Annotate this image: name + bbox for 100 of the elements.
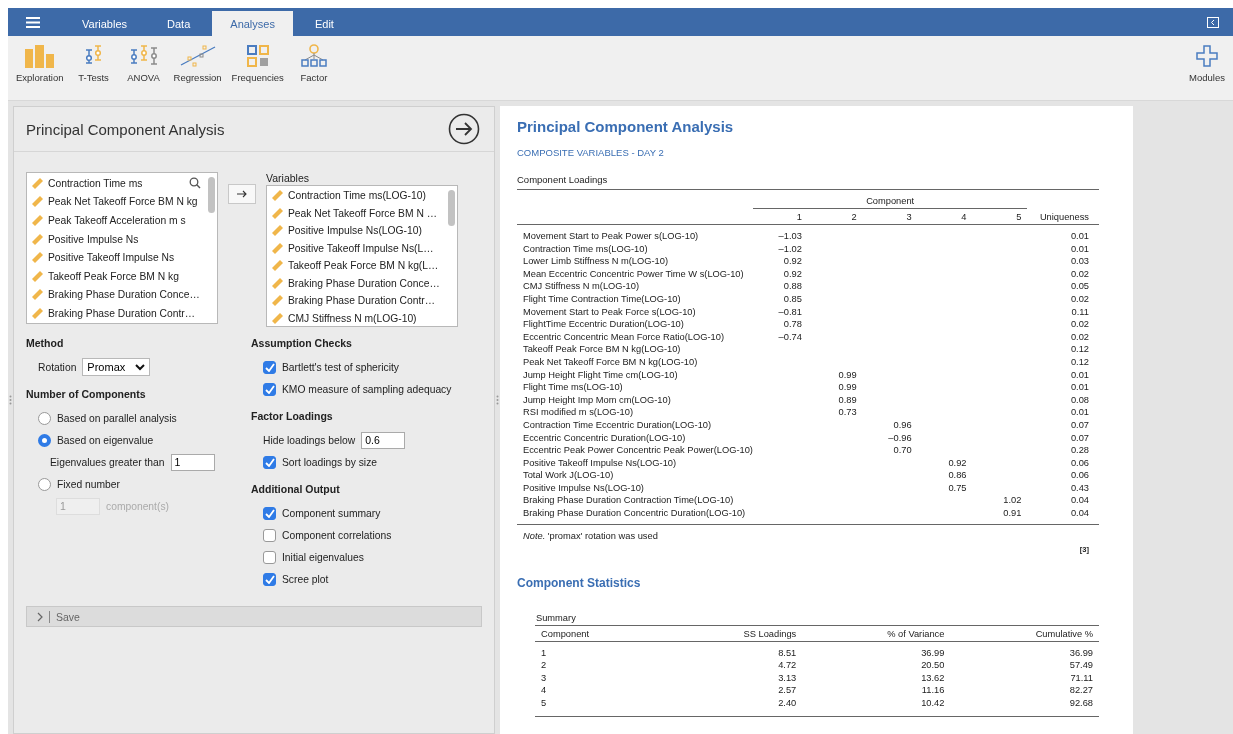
table-cell: –1.02 xyxy=(778,243,802,254)
section-heading: Method xyxy=(26,337,65,349)
checkbox[interactable] xyxy=(263,572,276,586)
checkbox[interactable] xyxy=(263,506,276,520)
variable-item[interactable]: CMJ Stiffness N m(LOG-10) xyxy=(271,309,457,326)
ruler-icon xyxy=(31,288,44,302)
results-title: Principal Component Analysis xyxy=(517,118,735,135)
save-section-header[interactable]: Save xyxy=(26,606,482,627)
table-cell: 92.68 xyxy=(1069,698,1093,709)
grip-icon[interactable] xyxy=(9,395,12,405)
table-cell: 20.50 xyxy=(921,660,945,671)
table-cell: 0.11 xyxy=(1071,306,1089,317)
variable-item[interactable]: Positive Takeoff Impulse Ns(L… xyxy=(271,239,457,257)
table-cell: 0.01 xyxy=(1070,369,1089,380)
table-cell: 0.01 xyxy=(1070,382,1089,393)
results-subtitle: COMPOSITE VARIABLES - DAY 2 xyxy=(517,147,665,158)
table-cell: 0.99 xyxy=(838,369,857,380)
table-cell: 10.42 xyxy=(921,698,945,709)
menu-tab[interactable]: Analyses xyxy=(212,11,293,36)
table-cell: 0.88 xyxy=(783,281,802,292)
variable-item[interactable]: Contraction Time ms(LOG-10) xyxy=(271,187,457,205)
panel-toggle-icon[interactable] xyxy=(1207,16,1219,28)
variable-item[interactable]: Positive Impulse Ns xyxy=(31,229,217,249)
search-icon[interactable] xyxy=(189,177,201,189)
table-cell: 0.43 xyxy=(1070,482,1089,493)
table-cell: 82.27 xyxy=(1069,685,1093,696)
ruler-icon xyxy=(31,232,44,246)
grip-icon[interactable] xyxy=(496,395,499,405)
table-cell: 0.07 xyxy=(1070,419,1089,430)
variable-item[interactable]: Peak Net Takeoff Force BM N … xyxy=(271,204,457,222)
input-field[interactable]: 0.6 xyxy=(361,431,406,449)
ruler-icon xyxy=(271,206,284,220)
ribbon-button[interactable]: Regression xyxy=(169,44,226,83)
table-cell: 0.01 xyxy=(1070,231,1089,241)
variable-item[interactable]: Positive Impulse Ns(LOG-10) xyxy=(271,222,457,240)
checkbox[interactable] xyxy=(263,360,276,374)
table-cell: Eccentric Concentric Mean Force Ratio(LOG-10) xyxy=(523,331,724,342)
ruler-icon xyxy=(271,224,284,238)
table-cell: 0.03 xyxy=(1070,256,1089,267)
list-label: Variables xyxy=(266,172,310,184)
table-cell: FlightTime Eccentric Duration(LOG-10) xyxy=(523,319,684,330)
table-cell: Movement Start to Peak Force s(LOG-10) xyxy=(523,306,696,317)
table-cell: –1.03 xyxy=(778,231,802,241)
variable-item[interactable]: Takeoff Peak Force BM N kg xyxy=(31,266,217,286)
table-cell: 11.16 xyxy=(921,685,945,696)
column-header: 5 xyxy=(1016,212,1022,222)
section-title: Component Statistics xyxy=(517,575,642,590)
table-cell: Eccentric Concentric Duration(LOG-10) xyxy=(523,432,686,443)
checkbox[interactable] xyxy=(263,528,276,542)
column-header: Cumulative % xyxy=(1035,628,1093,639)
menu-tab[interactable]: Data xyxy=(149,11,209,36)
checkbox[interactable] xyxy=(263,455,276,469)
table-cell: –0.74 xyxy=(778,331,802,342)
scrollbar[interactable] xyxy=(208,177,215,213)
variable-item[interactable]: Contraction Time ms xyxy=(31,174,217,193)
table-cell: Positive Impulse Ns(LOG-10) xyxy=(523,482,644,493)
menu-icon[interactable] xyxy=(26,16,40,28)
table-cell: CMJ Stiffness N m(LOG-10) xyxy=(523,281,640,292)
table-cell: 0.78 xyxy=(783,319,802,330)
radio-label: Fixed number xyxy=(57,478,120,490)
variable-item[interactable]: Braking Phase Duration Contr… xyxy=(271,292,457,310)
ribbon-button[interactable]: T-Tests xyxy=(69,44,118,83)
modules-button[interactable]: Modules xyxy=(1183,44,1231,83)
ribbon-button[interactable]: Exploration xyxy=(12,44,68,83)
variable-item[interactable]: Braking Phase Duration Contr… xyxy=(31,304,217,323)
variable-item[interactable]: Takeoff Peak Force BM N kg(L… xyxy=(271,257,457,275)
field-label: Eigenvalues greater than xyxy=(50,456,165,468)
column-group-header: Component xyxy=(866,196,915,206)
table-cell: Braking Phase Duration Concentric Duration(LOG-10) xyxy=(523,508,746,519)
table-cell: 2.57 xyxy=(778,685,797,696)
table-cell: 0.91 xyxy=(1003,508,1022,519)
table-cell: 36.99 xyxy=(921,647,945,658)
rotation-dropdown[interactable]: Promax xyxy=(82,358,151,376)
ribbon-button[interactable]: ANOVA xyxy=(119,44,168,83)
table-cell: 0.92 xyxy=(783,268,802,279)
ruler-icon xyxy=(31,195,44,209)
checkbox[interactable] xyxy=(263,550,276,564)
ribbon-button[interactable]: Frequencies xyxy=(227,44,288,83)
variable-item[interactable]: Peak Takeoff Acceleration m s xyxy=(31,211,217,230)
checkbox[interactable] xyxy=(263,382,276,396)
variable-item[interactable]: Braking Phase Duration Conce… xyxy=(271,274,457,292)
radio-button[interactable] xyxy=(38,433,51,447)
table-cell: 0.02 xyxy=(1070,319,1089,330)
table-cell: 0.07 xyxy=(1070,432,1089,443)
ribbon-button[interactable]: Factor xyxy=(289,44,338,83)
table-cell: 57.49 xyxy=(1069,660,1093,671)
radio-button[interactable] xyxy=(38,411,51,425)
move-button[interactable] xyxy=(228,184,256,204)
variable-item[interactable]: Positive Takeoff Impulse Ns xyxy=(31,248,217,267)
input-field[interactable]: 1 xyxy=(170,453,215,471)
table-cell: RSI modified m s(LOG-10) xyxy=(523,407,634,418)
menu-tab[interactable]: Edit xyxy=(296,11,352,36)
scrollbar[interactable] xyxy=(448,190,455,226)
table-cell: 2 xyxy=(541,660,547,671)
variable-item[interactable]: Braking Phase Duration Conce… xyxy=(31,285,217,305)
menu-tab[interactable]: Variables xyxy=(64,11,146,36)
variable-item[interactable]: Peak Net Takeoff Force BM N kg xyxy=(31,192,217,212)
table-cell: 0.92 xyxy=(783,256,802,267)
table-cell: 0.96 xyxy=(893,419,912,430)
checkbox-label: Component correlations xyxy=(282,529,392,541)
